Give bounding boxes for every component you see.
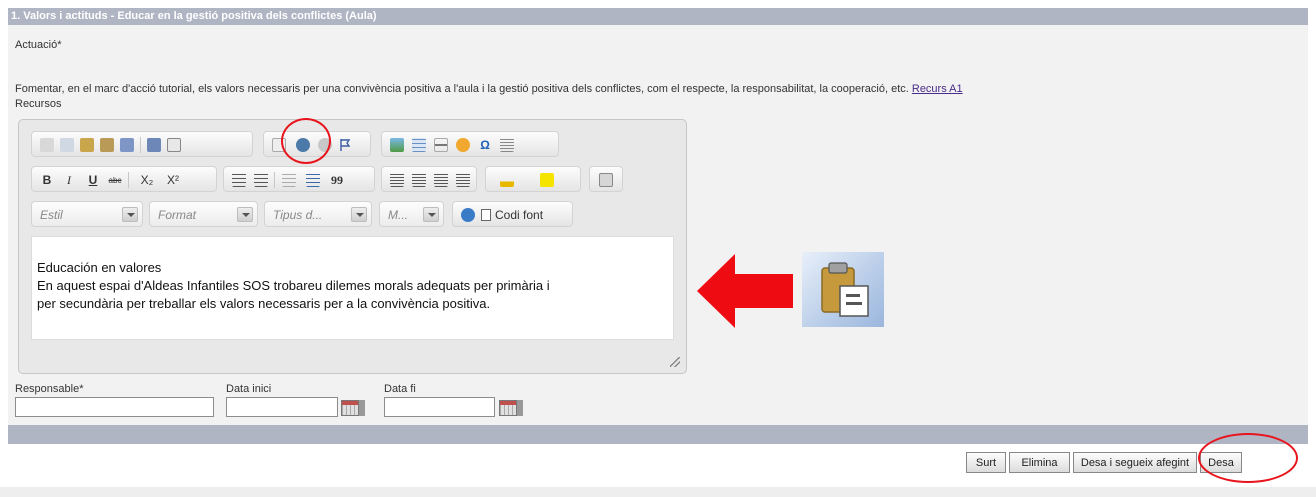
- paste-large-icon: [802, 252, 884, 327]
- anchor-icon[interactable]: [336, 136, 354, 154]
- data-inici-label: Data inici: [226, 383, 272, 395]
- indent-icon[interactable]: [304, 171, 322, 189]
- style-combo-label: Estil: [40, 208, 63, 222]
- calendar-icon[interactable]: [341, 400, 365, 416]
- align-left-icon[interactable]: [388, 171, 406, 189]
- section-footer-bar: [8, 425, 1308, 444]
- data-inici-field[interactable]: [226, 397, 338, 417]
- bg-color-icon[interactable]: [532, 171, 562, 189]
- actuacio-text: Fomentar, en el marc d'acció tutorial, e…: [15, 83, 909, 95]
- chevron-down-icon[interactable]: [237, 207, 253, 222]
- toolbar-group-lists: 99: [223, 166, 375, 192]
- paste-word-icon[interactable]: [118, 136, 136, 154]
- calendar-icon[interactable]: [499, 400, 523, 416]
- style-combo[interactable]: Estil: [31, 201, 143, 227]
- source-button[interactable]: Codi font: [481, 206, 569, 224]
- italic-button[interactable]: I: [60, 171, 78, 189]
- toolbar-group-basic-styles: B I U abc X₂ X²: [31, 166, 217, 192]
- content-line: Educación en valores: [37, 260, 162, 275]
- align-right-icon[interactable]: [432, 171, 450, 189]
- bulleted-list-icon[interactable]: [252, 171, 270, 189]
- blockquote-icon[interactable]: 99: [328, 171, 346, 189]
- toolbar-group-align: [381, 166, 477, 192]
- resize-grip-icon[interactable]: [670, 357, 680, 367]
- superscript-button[interactable]: X²: [162, 171, 184, 189]
- recursos-label: Recursos: [15, 98, 62, 110]
- toolbar-group-source: Codi font: [452, 201, 573, 227]
- format-combo[interactable]: Format: [149, 201, 258, 227]
- maximize-icon[interactable]: [597, 171, 615, 189]
- numbered-list-icon[interactable]: [230, 171, 248, 189]
- size-combo-label: M...: [388, 208, 408, 222]
- spellcheck-icon[interactable]: [459, 206, 477, 224]
- bold-button[interactable]: B: [38, 171, 56, 189]
- preview-icon[interactable]: [165, 136, 183, 154]
- subscript-button[interactable]: X₂: [136, 171, 158, 189]
- align-center-icon[interactable]: [410, 171, 428, 189]
- outdent-icon[interactable]: [280, 171, 298, 189]
- recurs-a1-link[interactable]: Recurs A1: [912, 83, 963, 95]
- print-icon[interactable]: [145, 136, 163, 154]
- paste-icon[interactable]: [78, 136, 96, 154]
- elimina-button[interactable]: Elimina: [1009, 452, 1070, 473]
- actuacio-description: Fomentar, en el marc d'acció tutorial, e…: [15, 83, 963, 95]
- chevron-down-icon[interactable]: [351, 207, 367, 222]
- desa-segueix-button[interactable]: Desa i segueix afegint: [1073, 452, 1197, 473]
- source-icon: [481, 209, 491, 221]
- toolbar-separator: [140, 137, 141, 153]
- format-combo-label: Format: [158, 208, 197, 222]
- rich-text-editor: Ω B I U abc X₂ X² 99 Estil Format Tipus …: [18, 119, 687, 374]
- responsable-label: Responsable*: [15, 383, 84, 395]
- data-fi-label: Data fi: [384, 383, 416, 395]
- responsable-field[interactable]: [15, 397, 214, 417]
- red-arrow-icon: [697, 254, 793, 328]
- table-icon[interactable]: [410, 136, 428, 154]
- toolbar-group-tools: [589, 166, 623, 192]
- data-fi-field[interactable]: [384, 397, 495, 417]
- toolbar-separator: [274, 172, 275, 188]
- toolbar-group-insert: Ω: [381, 131, 559, 157]
- actuacio-label: Actuació*: [15, 39, 62, 51]
- content-line: En aquest espai d'Aldeas Infantiles SOS …: [37, 278, 550, 293]
- editor-content[interactable]: Educación en valores En aquest espai d'A…: [31, 236, 674, 340]
- section-title: 1. Valors i actituds - Educar en la gest…: [11, 10, 377, 22]
- copy-icon[interactable]: [58, 136, 76, 154]
- chevron-down-icon[interactable]: [122, 207, 138, 222]
- special-char-icon[interactable]: Ω: [476, 136, 494, 154]
- underline-button[interactable]: U: [84, 171, 102, 189]
- horizontal-rule-icon[interactable]: [432, 136, 450, 154]
- content-line: per secundària per treballar els valors …: [37, 296, 491, 311]
- strikethrough-button[interactable]: abc: [106, 171, 124, 189]
- surt-button[interactable]: Surt: [966, 452, 1006, 473]
- size-combo[interactable]: M...: [379, 201, 444, 227]
- paste-text-icon[interactable]: [98, 136, 116, 154]
- cut-icon[interactable]: [38, 136, 56, 154]
- annotation-circle-link: [281, 118, 331, 164]
- toolbar-group-colors: [485, 166, 581, 192]
- text-color-icon[interactable]: [492, 171, 522, 189]
- smiley-icon[interactable]: [454, 136, 472, 154]
- justify-icon[interactable]: [454, 171, 472, 189]
- page-break-icon[interactable]: [498, 136, 516, 154]
- font-combo-label: Tipus d...: [273, 208, 323, 222]
- toolbar-separator: [128, 172, 129, 188]
- page-footer: [0, 487, 1316, 497]
- font-combo[interactable]: Tipus d...: [264, 201, 372, 227]
- source-label: Codi font: [495, 208, 544, 222]
- toolbar-group-clipboard: [31, 131, 253, 157]
- chevron-down-icon[interactable]: [423, 207, 439, 222]
- section-header: 1. Valors i actituds - Educar en la gest…: [8, 8, 1308, 25]
- image-icon[interactable]: [388, 136, 406, 154]
- annotation-circle-save: [1198, 433, 1298, 483]
